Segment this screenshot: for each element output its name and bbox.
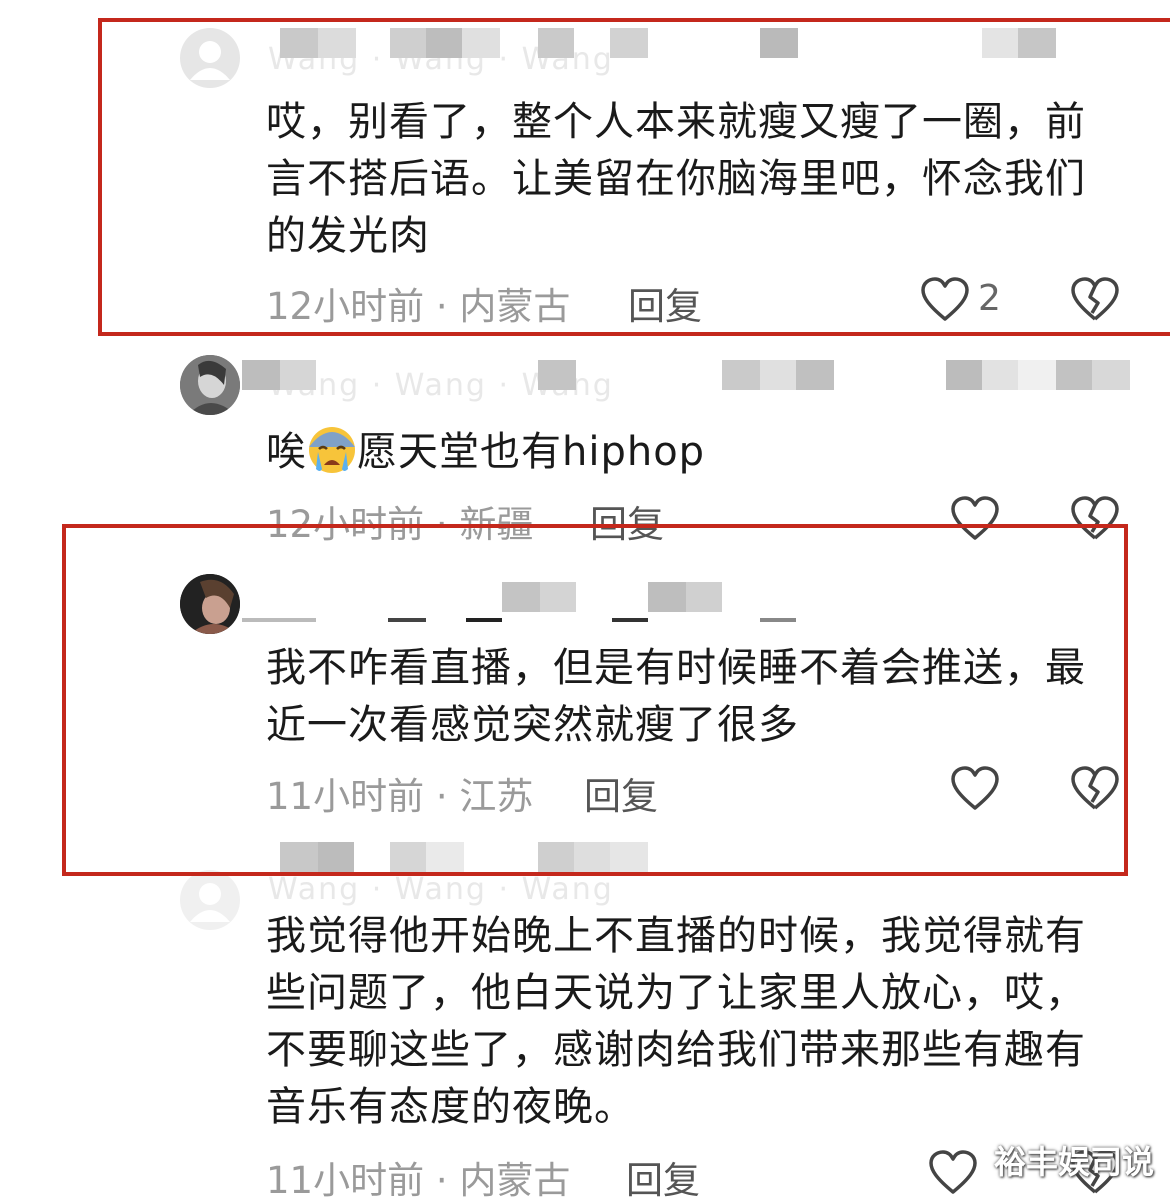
heart-icon (929, 1150, 977, 1194)
comment-meta: 11小时前 · 内蒙古 (266, 1150, 570, 1202)
avatar[interactable] (180, 870, 240, 930)
comment-text-suffix: 愿天堂也有hiphop (357, 429, 706, 475)
highlight-frame-1 (98, 18, 1170, 336)
username-mosaic (242, 360, 1170, 390)
meta-separator: · (435, 1159, 448, 1202)
avatar-photo (180, 355, 240, 415)
reply-button[interactable]: 回复 (626, 1150, 700, 1204)
crying-face-icon (307, 425, 357, 475)
like-button[interactable] (928, 1150, 978, 1196)
comment-2: Wang · Wang · Wang 唉 愿天堂也有hiphop 12小时前 ·… (0, 340, 1170, 546)
comment-location: 内蒙古 (459, 1159, 571, 1202)
comment-time: 11小时前 (266, 1159, 425, 1202)
username-blurred[interactable]: Wang · Wang · Wang (268, 872, 614, 907)
default-user-icon (190, 883, 230, 922)
comment-text-prefix: 唉 (266, 429, 307, 475)
watermark: 裕丰娱司说 (993, 1143, 1154, 1181)
highlight-frame-2 (62, 524, 1128, 876)
avatar[interactable] (180, 355, 240, 415)
comment-text: 唉 愿天堂也有hiphop (266, 424, 1106, 481)
comment-text: 我觉得他开始晚上不直播的时候，我觉得就有些问题了，他白天说为了让家里人放心，哎，… (266, 913, 1086, 1130)
